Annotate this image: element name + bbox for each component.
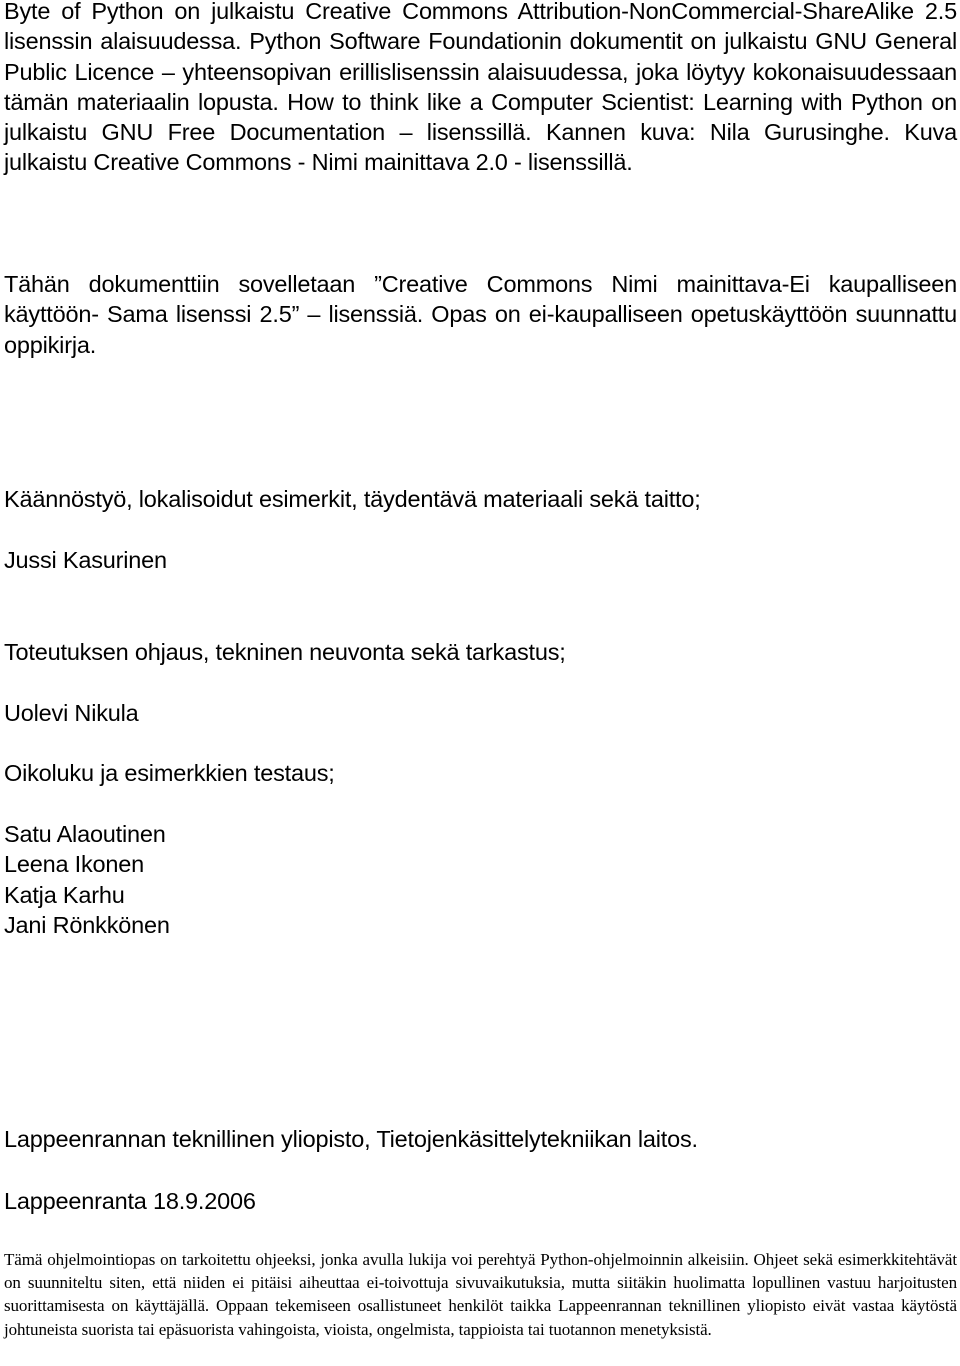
disclaimer-paragraph: Tämä ohjelmointiopas on tarkoitettu ohje…	[4, 1250, 957, 1339]
credit-role-proofreading: Oikoluku ja esimerkkien testaus;	[4, 760, 335, 786]
proofreader-name: Satu Alaoutinen	[4, 821, 166, 847]
credit-name-supervision: Uolevi Nikula	[4, 700, 139, 726]
license-paragraph: Byte of Python on julkaistu Creative Com…	[4, 0, 957, 176]
institution: Lappeenrannan teknillinen yliopisto, Tie…	[4, 1126, 698, 1152]
proofreader-name: Jani Rönkkönen	[4, 911, 170, 938]
proofreader-list: Satu Alaoutinen Leena Ikonen Katja Karhu…	[4, 819, 957, 940]
credit-role-supervision: Toteutuksen ohjaus, tekninen neuvonta se…	[4, 639, 566, 665]
applied-license-paragraph: Tähän dokumenttiin sovelletaan ”Creative…	[4, 271, 957, 358]
credit-name-translation: Jussi Kasurinen	[4, 547, 167, 573]
proofreader-name: Leena Ikonen	[4, 851, 145, 878]
place-date: Lappeenranta 18.9.2006	[4, 1188, 256, 1214]
credit-role-translation: Käännöstyö, lokalisoidut esimerkit, täyd…	[4, 486, 701, 512]
proofreader-name: Katja Karhu	[4, 881, 125, 908]
